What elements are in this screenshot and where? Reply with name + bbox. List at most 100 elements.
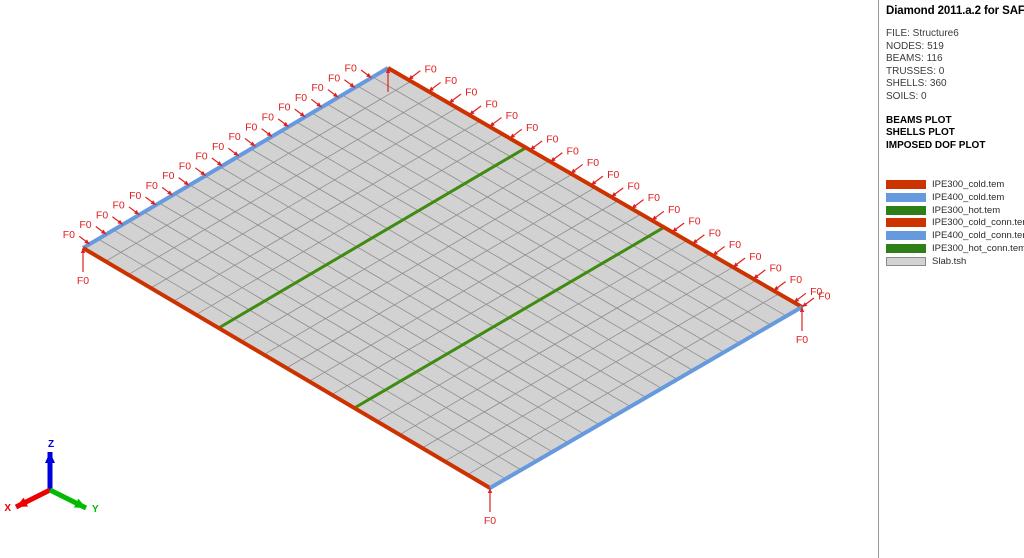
legend-label: Slab.tsh xyxy=(932,255,967,267)
legend-label: IPE300_cold.tem xyxy=(932,179,1005,191)
legend-row[interactable]: Slab.tsh xyxy=(886,255,1024,268)
support-label: F0 xyxy=(567,145,579,157)
model-stat-0: FILE: Structure6 xyxy=(886,28,959,39)
support-arrow xyxy=(228,147,240,157)
legend-label: IPE400_cold.tem xyxy=(932,191,1005,203)
model-stat-3: TRUSSES: 0 xyxy=(886,65,945,77)
support-arrow xyxy=(145,196,157,206)
legend-color-swatch xyxy=(886,244,926,254)
legend-color-swatch xyxy=(886,231,926,241)
legend-row[interactable]: IPE300_cold.tem xyxy=(886,178,1024,191)
support-arrow xyxy=(277,118,289,128)
support-label: F0 xyxy=(729,239,741,251)
slab-model xyxy=(83,68,802,488)
support-arrow xyxy=(793,292,807,303)
support-label: F0 xyxy=(818,291,830,303)
info-panel: Diamond 2011.a.2 for SAFIR FILE: Structu… xyxy=(879,0,1024,558)
plot-mode-list: BEAMS PLOT SHELLS PLOT IMPOSED DOF PLOT xyxy=(886,115,1024,153)
support-label: F0 xyxy=(506,110,518,122)
support-arrow xyxy=(509,128,523,139)
legend-label: IPE300_hot_conn.tem xyxy=(932,243,1024,255)
model-stat-4: SHELLS: 360 xyxy=(886,78,947,90)
support-label: F0 xyxy=(77,275,89,287)
axis-z xyxy=(45,452,55,490)
support-label: F0 xyxy=(129,190,141,202)
support-label: F0 xyxy=(245,121,257,133)
legend-row[interactable]: IPE300_hot_conn.tem xyxy=(886,242,1024,255)
slab-surface xyxy=(83,68,802,488)
legend-row[interactable]: IPE300_cold_conn.tem xyxy=(886,217,1024,230)
support-label: F0 xyxy=(345,63,357,75)
support-arrow xyxy=(752,269,766,280)
plot-mode-beams-plot[interactable]: BEAMS PLOT xyxy=(886,115,1024,128)
support-label: F0 xyxy=(179,160,191,172)
support-arrow xyxy=(549,152,563,163)
legend-row[interactable]: IPE300_hot.tem xyxy=(886,204,1024,217)
legend-color-swatch xyxy=(886,205,926,215)
axis-y-label: Y xyxy=(92,504,99,515)
legend-row[interactable]: IPE400_cold_conn.tem xyxy=(886,229,1024,242)
plot-mode-imposed-dof-plot[interactable]: IMPOSED DOF PLOT xyxy=(886,140,1024,153)
axis-triad: Z X Y xyxy=(4,439,99,515)
support-label: F0 xyxy=(63,229,75,241)
support-label: F0 xyxy=(96,209,108,221)
support-arrow xyxy=(194,167,207,177)
support-label: F0 xyxy=(79,219,91,231)
legend-label: IPE400_cold_conn.tem xyxy=(932,230,1024,242)
panel-title: Diamond 2011.a.2 for SAFIR xyxy=(886,5,1024,17)
legend-color-swatch xyxy=(886,192,926,202)
support-label: F0 xyxy=(146,180,158,192)
support-arrow xyxy=(773,281,786,292)
support-arrow xyxy=(590,175,604,186)
model-viewport[interactable]: F0 F0 F0 F0 F0 F0 F0 F0 F0 F0 F0 F0 F0 F0 F0 F0 F0 F0 F0 F0… xyxy=(0,0,878,558)
support-label: F0 xyxy=(648,192,660,204)
support-arrow xyxy=(671,222,685,233)
support-arrow xyxy=(570,163,584,174)
support-label: F0 xyxy=(445,75,457,87)
support-label: F0 xyxy=(587,157,599,169)
axis-z-head xyxy=(45,452,55,463)
axis-z-label: Z xyxy=(48,439,54,450)
support-label: F0 xyxy=(295,92,307,104)
support-label: F0 xyxy=(526,122,538,134)
support-label: F0 xyxy=(278,102,290,114)
support-arrow xyxy=(468,105,482,116)
support-label: F0 xyxy=(769,262,781,274)
support-arrow xyxy=(112,216,124,226)
support-arrow xyxy=(712,245,726,256)
support-arrow xyxy=(428,81,441,92)
support-arrow xyxy=(692,234,705,245)
support-label: F0 xyxy=(796,334,808,346)
legend-label: IPE300_hot.tem xyxy=(932,204,1001,216)
support-arrow xyxy=(211,157,223,167)
axis-x xyxy=(14,487,52,510)
support-label: F0 xyxy=(311,82,323,94)
model-canvas[interactable]: F0 F0 F0 F0 F0 F0 F0 F0 F0 F0 F0 F0 F0 F0 F0 F0 F0 F0 F0 F0… xyxy=(0,0,878,558)
support-label: F0 xyxy=(484,515,496,527)
legend-row[interactable]: IPE400_cold.tem xyxy=(886,191,1024,204)
support-arrow xyxy=(327,89,339,98)
support-arrow xyxy=(529,140,543,151)
axis-y xyxy=(48,487,88,511)
support-label: F0 xyxy=(688,216,700,228)
corner-support-bottom xyxy=(487,488,493,512)
support-label: F0 xyxy=(112,200,124,212)
support-arrow xyxy=(178,177,190,186)
axis-x-label: X xyxy=(4,503,11,514)
support-label: F0 xyxy=(195,151,207,163)
support-label: F0 xyxy=(162,170,174,182)
support-label: F0 xyxy=(668,204,680,216)
support-arrow xyxy=(78,235,90,245)
application-window: F0 F0 F0 F0 F0 F0 F0 F0 F0 F0 F0 F0 F0 F0 F0 F0 F0 F0 F0 F0… xyxy=(0,0,1024,558)
legend-label: IPE300_cold_conn.tem xyxy=(932,217,1024,229)
model-statistics: FILE: Structure6 NODES: 519 BEAMS: 116 TRUS… xyxy=(886,28,1024,104)
support-label: F0 xyxy=(607,169,619,181)
support-arrow xyxy=(651,210,665,221)
model-stat-5: SOILS: 0 xyxy=(886,90,927,102)
support-arrow xyxy=(489,117,502,128)
legend-color-swatch xyxy=(886,218,926,228)
support-label: F0 xyxy=(546,134,558,146)
support-label: F0 xyxy=(627,180,639,192)
plot-mode-shells-plot[interactable]: SHELLS PLOT xyxy=(886,127,1024,140)
support-label: F0 xyxy=(229,131,241,143)
